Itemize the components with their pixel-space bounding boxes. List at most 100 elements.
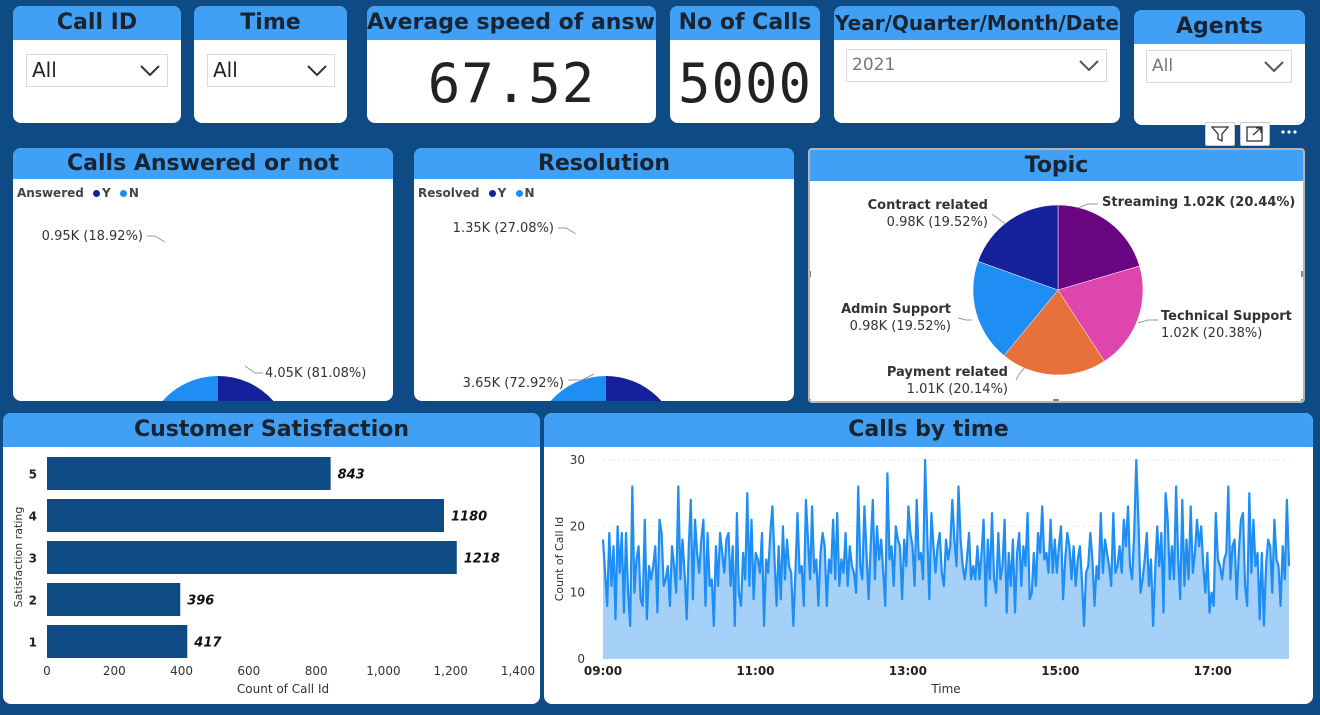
kpi-average-speed: Average speed of answer 67.52 bbox=[367, 6, 656, 123]
x-axis-label: Time bbox=[930, 682, 960, 696]
bar-rating-4[interactable] bbox=[47, 499, 444, 532]
card-topic[interactable]: Topic Streaming 1.02K (20.44%) Technical … bbox=[808, 148, 1305, 403]
x-tick-label: 400 bbox=[170, 664, 193, 678]
resize-handle[interactable] bbox=[1301, 148, 1305, 151]
slicer-agents: Agents All bbox=[1134, 10, 1305, 125]
resize-handle[interactable] bbox=[1301, 399, 1305, 403]
pie-data-label: 1.01K (20.14%) bbox=[907, 382, 1008, 397]
date-value: 2021 bbox=[852, 55, 896, 75]
y-axis-label: Satisfaction rating bbox=[12, 507, 25, 608]
resize-handle[interactable] bbox=[1301, 271, 1305, 277]
pie-leader-line bbox=[244, 365, 263, 374]
bar-rating-5[interactable] bbox=[47, 457, 331, 490]
bar-value-label: 843 bbox=[338, 468, 365, 483]
kpi-no-of-calls-title: No of Calls bbox=[670, 6, 820, 40]
bar-value-label: 1180 bbox=[451, 510, 487, 525]
focus-mode-button[interactable] bbox=[1240, 122, 1270, 146]
pie-data-label: Contract related bbox=[868, 198, 988, 213]
resize-handle[interactable] bbox=[808, 148, 811, 151]
pie-leader-line bbox=[991, 213, 1007, 225]
x-tick-label: 200 bbox=[103, 664, 126, 678]
x-tick-label: 11:00 bbox=[736, 664, 774, 678]
pie-data-label: Admin Support bbox=[841, 302, 951, 317]
resize-handle[interactable] bbox=[1053, 399, 1059, 403]
pie-leader-line bbox=[558, 227, 577, 235]
resolution-pie: 3.65K (72.92%) 1.35K (27.08%) bbox=[453, 221, 662, 401]
card-resolution: Resolution Resolved Y N 3.65K (72.92%) 1.… bbox=[414, 148, 794, 401]
pie-leader-line bbox=[1077, 203, 1098, 209]
pie-data-label: Technical Support bbox=[1161, 309, 1292, 324]
filter-button[interactable] bbox=[1205, 122, 1235, 146]
bar-rating-1[interactable] bbox=[47, 625, 188, 658]
slicer-time-title: Time bbox=[194, 6, 347, 40]
pie-data-label: Payment related bbox=[887, 365, 1008, 380]
y-tick-label: 3 bbox=[29, 552, 37, 566]
slicer-call-id-title: Call ID bbox=[13, 6, 181, 40]
focus-mode-icon bbox=[1246, 126, 1263, 142]
pie-data-label: 4.05K (81.08%) bbox=[265, 366, 366, 381]
kpi-no-of-calls: No of Calls 5000 bbox=[670, 6, 820, 123]
x-tick-label: 09:00 bbox=[584, 664, 622, 678]
bar-rating-3[interactable] bbox=[47, 541, 457, 574]
pie-data-label: Streaming 1.02K (20.44%) bbox=[1102, 195, 1295, 210]
calls-by-time-area-chart: 010203009:00 11:00 13:00 15:00 17:00TimeCoun… bbox=[553, 453, 1291, 696]
pie-data-label: 1.02K (20.38%) bbox=[1161, 326, 1262, 341]
kpi-no-of-calls-value: 5000 bbox=[677, 52, 813, 115]
x-tick-label: 0 bbox=[43, 664, 51, 678]
y-tick-label: 2 bbox=[29, 594, 37, 608]
agents-dropdown[interactable]: All bbox=[1146, 50, 1292, 83]
x-tick-label: 800 bbox=[305, 664, 328, 678]
more-options-button[interactable] bbox=[1275, 122, 1305, 146]
calls-answered-pie: 4.05K (81.08%) 0.95K (18.92%) bbox=[42, 229, 366, 401]
bar-value-label: 396 bbox=[187, 594, 214, 609]
kpi-average-speed-value: 67.52 bbox=[427, 52, 596, 115]
resize-handle[interactable] bbox=[808, 399, 811, 403]
x-tick-label: 600 bbox=[237, 664, 260, 678]
slicer-date-title: Year/Quarter/Month/Date bbox=[834, 6, 1120, 40]
topic-pie: Streaming 1.02K (20.44%) Technical Suppor… bbox=[808, 148, 1305, 403]
date-dropdown[interactable]: 2021 bbox=[846, 49, 1107, 82]
y-tick-label: 30 bbox=[570, 453, 585, 467]
pie-data-label: 1.35K (27.08%) bbox=[453, 221, 554, 236]
call-id-value: All bbox=[32, 58, 57, 82]
time-dropdown[interactable]: All bbox=[207, 54, 335, 87]
y-tick-label: 1 bbox=[29, 636, 37, 650]
pie-slice-n[interactable] bbox=[149, 376, 218, 401]
x-tick-label: 15:00 bbox=[1041, 664, 1079, 678]
x-axis-label: Count of Call Id bbox=[237, 682, 329, 696]
resize-handle[interactable] bbox=[1053, 148, 1059, 151]
y-tick-label: 20 bbox=[570, 519, 585, 533]
pie-data-label: 0.98K (19.52%) bbox=[887, 215, 988, 230]
bar-value-label: 1218 bbox=[464, 552, 500, 567]
card-calls-answered: Calls Answered or not Answered Y N 4.05K… bbox=[13, 148, 393, 401]
slicer-date: Year/Quarter/Month/Date 2021 bbox=[834, 6, 1120, 123]
pie-data-label: 0.95K (18.92%) bbox=[42, 229, 143, 244]
time-value: All bbox=[213, 58, 238, 82]
pie-leader-line bbox=[1137, 319, 1158, 324]
pie-data-label: 3.65K (72.92%) bbox=[463, 376, 564, 391]
slicer-agents-title: Agents bbox=[1134, 10, 1305, 44]
y-tick-label: 4 bbox=[29, 510, 37, 524]
card-customer-satisfaction: Customer Satisfaction 5 843 4 1180 3 1218 2 396… bbox=[3, 413, 540, 704]
pie-data-label: 0.98K (19.52%) bbox=[850, 319, 951, 334]
chevron-down-icon bbox=[1264, 61, 1284, 73]
x-tick-label: 1,400 bbox=[501, 664, 535, 678]
bar-value-label: 417 bbox=[193, 636, 222, 651]
card-calls-by-time: Calls by time 0 10 20 30 09:00 11:00 13:00 15:0… bbox=[544, 413, 1313, 704]
y-axis-label: Count of Call Id bbox=[553, 517, 566, 602]
pie-leader-line bbox=[957, 317, 972, 321]
visual-toolbar bbox=[1205, 122, 1305, 146]
resize-handle[interactable] bbox=[808, 271, 811, 277]
y-tick-label: 5 bbox=[29, 468, 37, 482]
chevron-down-icon bbox=[1079, 60, 1099, 72]
x-tick-label: 1,200 bbox=[434, 664, 468, 678]
chevron-down-icon bbox=[140, 65, 160, 77]
call-id-dropdown[interactable]: All bbox=[26, 54, 168, 87]
x-tick-label: 17:00 bbox=[1194, 664, 1232, 678]
y-tick-label: 10 bbox=[570, 586, 585, 600]
kpi-average-speed-title: Average speed of answer bbox=[367, 6, 656, 40]
pie-leader-line bbox=[147, 235, 166, 243]
bar-rating-2[interactable] bbox=[47, 583, 181, 616]
filter-icon bbox=[1210, 126, 1230, 143]
x-tick-label: 1,000 bbox=[366, 664, 400, 678]
